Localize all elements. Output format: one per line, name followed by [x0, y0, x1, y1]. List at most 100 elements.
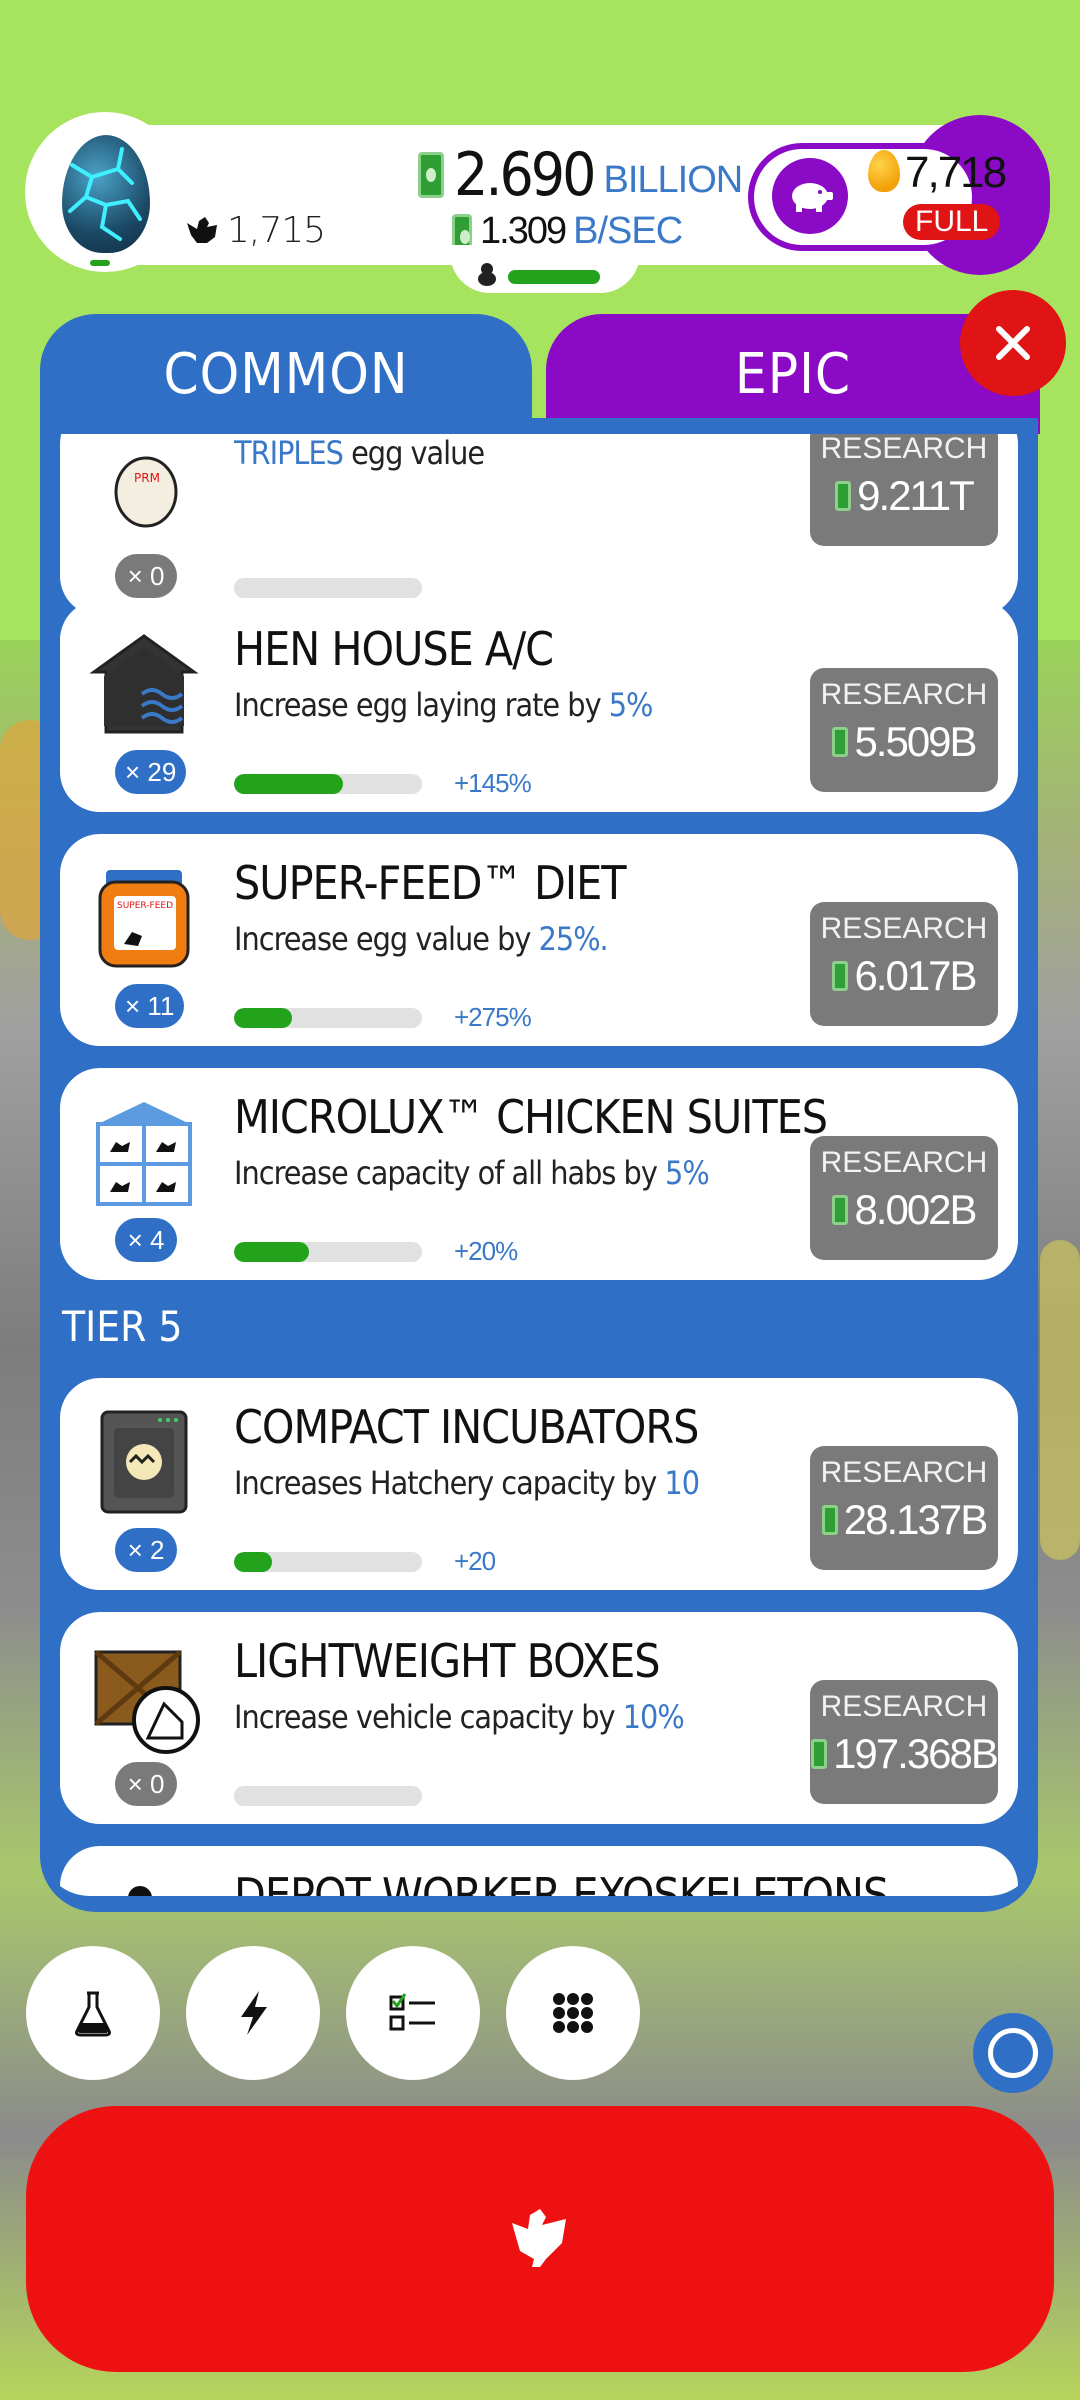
research-button-label: RESEARCH — [820, 912, 988, 945]
research-title: HEN HOUSE A/C — [234, 622, 554, 676]
research-level-badge: × 0 — [115, 1762, 177, 1806]
research-desc-text: Increases Hatchery capacity by — [234, 1464, 665, 1502]
research-price-value: 197.368B — [833, 1730, 999, 1777]
hen-house-ac-icon — [84, 622, 204, 742]
research-desc-highlight: 5% — [608, 686, 654, 724]
chicken-icon — [187, 216, 217, 243]
research-button-label: RESEARCH — [820, 1146, 988, 1179]
research-progress-fill — [234, 1552, 272, 1572]
background-building — [1040, 1240, 1080, 1560]
cash-icon — [418, 152, 444, 198]
research-description: Increases Hatchery capacity by 10 — [234, 1464, 700, 1502]
research-desc-highlight: 5% — [665, 1154, 710, 1192]
research-bonus: +20% — [454, 1236, 518, 1266]
research-level-badge: × 4 — [115, 1218, 177, 1262]
research-button[interactable]: RESEARCH 197.368B — [810, 1680, 999, 1804]
research-price: 6.017B — [810, 952, 998, 1000]
research-card-super-feed: SUPER-FEED × 11 SUPER-FEED™ DIET Increas… — [60, 834, 1018, 1046]
research-button[interactable]: RESEARCH 9.211T — [810, 434, 998, 546]
current-egg-icon[interactable] — [62, 135, 150, 253]
research-title: MICROLUX™ CHICKEN SUITES — [234, 1090, 828, 1144]
incubator-icon — [84, 1400, 204, 1520]
cash-icon — [835, 481, 852, 511]
research-progress-fill — [234, 1008, 293, 1028]
research-progress-track — [234, 1786, 422, 1806]
cash-icon — [832, 727, 849, 757]
menu-nav-button[interactable] — [506, 1946, 640, 2080]
research-bonus: +275% — [454, 1002, 532, 1032]
egg-progress-bar — [90, 260, 110, 266]
research-desc-text: egg value — [342, 434, 485, 472]
research-description: Increase egg value by 25%. — [234, 920, 609, 958]
research-price-value: 28.137B — [843, 1496, 988, 1543]
hatch-chicken-button[interactable] — [26, 2106, 1054, 2372]
research-price: 197.368B — [810, 1730, 999, 1778]
research-nav-button[interactable] — [26, 1946, 160, 2080]
research-bonus: +20 — [454, 1546, 496, 1576]
cash-amount: 2.690 — [454, 140, 596, 210]
research-button[interactable]: RESEARCH 5.509B — [810, 668, 998, 792]
chicken-count: 1,715 — [185, 210, 326, 251]
research-progress-fill — [234, 1242, 310, 1262]
research-list[interactable]: PRM × 0 TRIPLES egg value RESEARCH 9.211… — [40, 434, 1038, 1896]
close-icon — [996, 326, 1030, 360]
research-desc-highlight: 10% — [622, 1698, 685, 1736]
research-price: 5.509B — [810, 718, 998, 766]
research-price: 28.137B — [810, 1496, 998, 1544]
tier-heading: TIER 5 — [62, 1302, 183, 1351]
chicken-suites-icon — [84, 1090, 204, 1210]
research-progress-track — [234, 1242, 422, 1262]
research-description: Increase vehicle capacity by 10% — [234, 1698, 685, 1736]
lightning-icon — [241, 1991, 267, 2035]
research-title: SUPER-FEED™ DIET — [234, 856, 626, 910]
research-price: 9.211T — [810, 472, 998, 520]
hatchery-fill-bar — [508, 270, 600, 284]
research-description: Increase egg laying rate by 5% — [234, 686, 654, 724]
svg-text:PRM: PRM — [134, 471, 160, 485]
svg-text:SUPER-FEED: SUPER-FEED — [117, 901, 173, 911]
worker-icon — [84, 1868, 204, 1896]
research-progress-track — [234, 1552, 422, 1572]
ring-icon[interactable] — [973, 2013, 1053, 2093]
research-level-badge: × 29 — [115, 750, 187, 794]
egg-stamp-icon: PRM — [84, 434, 204, 546]
close-button[interactable] — [960, 290, 1066, 396]
research-card-hen-house-ac: × 29 HEN HOUSE A/C Increase egg laying r… — [60, 600, 1018, 812]
research-level-badge: × 0 — [115, 554, 177, 598]
checklist-icon — [389, 1993, 435, 2031]
research-description: Increase capacity of all habs by 5% — [234, 1154, 710, 1192]
research-level-badge: × 11 — [115, 984, 185, 1028]
cash-unit: BILLION — [603, 158, 743, 201]
research-button[interactable]: RESEARCH 28.137B — [810, 1446, 998, 1570]
research-desc-highlight: 25% — [538, 920, 601, 958]
research-price: 8.002B — [810, 1186, 998, 1234]
tab-common[interactable]: COMMON — [40, 314, 532, 434]
research-progress-track — [234, 1008, 422, 1028]
research-button-label: RESEARCH — [820, 434, 988, 465]
chicken-icon — [512, 2209, 566, 2267]
research-button-label: RESEARCH — [820, 678, 988, 711]
research-title: DEPOT WORKER EXOSKELETONS — [234, 1868, 889, 1896]
research-desc-text: Increase vehicle capacity by — [234, 1698, 623, 1736]
research-card-lightweight-boxes: × 0 LIGHTWEIGHT BOXES Increase vehicle c… — [60, 1612, 1018, 1824]
research-desc-highlight: 10 — [664, 1464, 700, 1502]
research-description: TRIPLES egg value — [234, 434, 485, 472]
boosts-nav-button[interactable] — [186, 1946, 320, 2080]
research-card-microlux-suites: × 4 MICROLUX™ CHICKEN SUITES Increase ca… — [60, 1068, 1018, 1280]
flask-icon — [75, 1991, 111, 2037]
research-title: LIGHTWEIGHT BOXES — [234, 1634, 661, 1688]
cash-icon — [811, 1739, 828, 1769]
research-title: COMPACT INCUBATORS — [234, 1400, 699, 1454]
missions-nav-button[interactable] — [346, 1946, 480, 2080]
research-desc-text: Increase egg value by — [234, 920, 539, 958]
research-progress-track — [234, 774, 422, 794]
research-button[interactable]: RESEARCH 8.002B — [810, 1136, 998, 1260]
research-button[interactable]: RESEARCH 6.017B — [810, 902, 998, 1026]
research-desc-suffix: . — [599, 920, 609, 958]
research-progress-fill — [234, 774, 344, 794]
research-card-depot-exoskeletons: DEPOT WORKER EXOSKELETONS — [60, 1846, 1018, 1896]
chicken-count-value: 1,715 — [227, 210, 326, 251]
piggy-bank-icon[interactable] — [772, 158, 848, 234]
research-desc-highlight: TRIPLES — [234, 434, 344, 472]
golden-egg-count: 7,718 — [905, 148, 1007, 197]
